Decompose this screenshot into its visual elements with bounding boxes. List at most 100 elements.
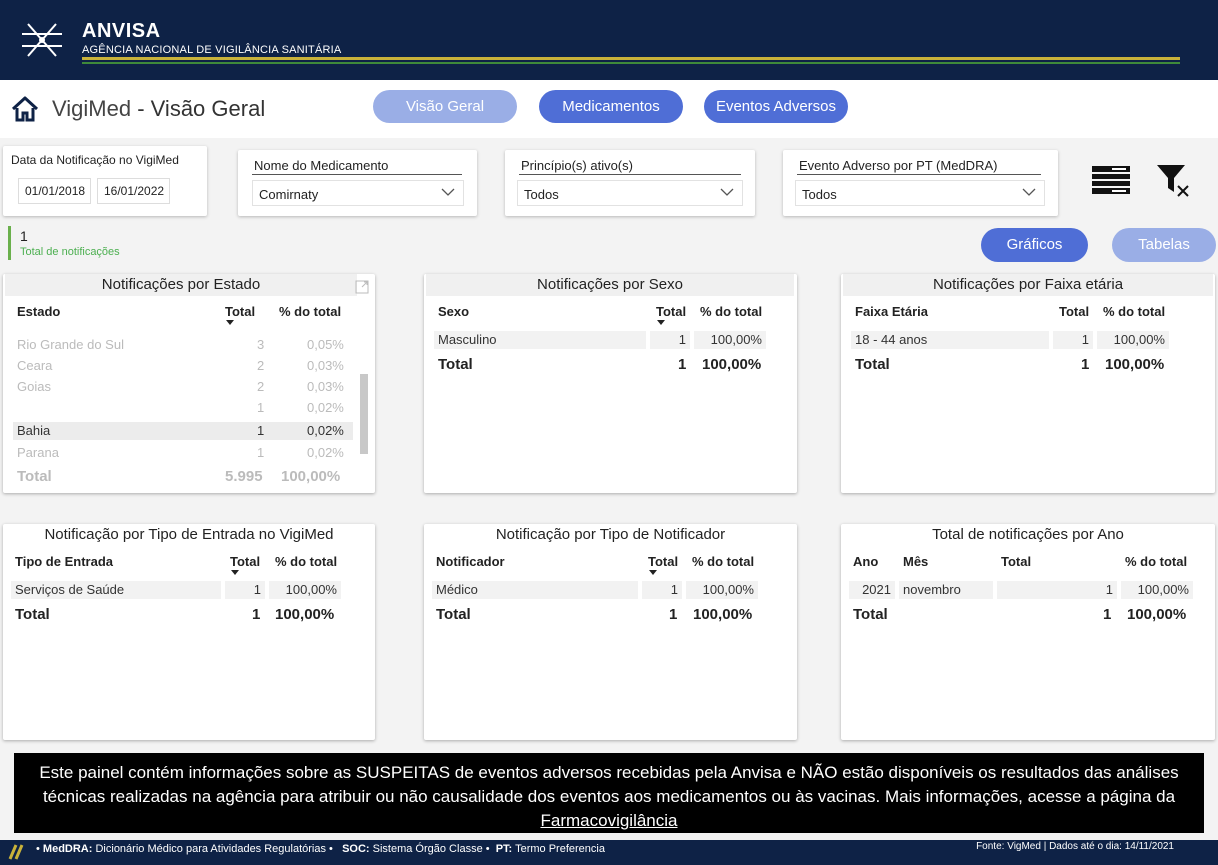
footer-legend: • MedDRA: Dicionário Médico para Ativida… (36, 843, 605, 855)
medicamento-dropdown-value: Comirnaty (259, 187, 319, 202)
total-value: 5.995 (225, 468, 263, 485)
meddra-key: MedDRA: (42, 843, 93, 855)
evento-dropdown[interactable]: Todos (795, 180, 1045, 206)
principio-filter-card: Princípio(s) ativo(s) Todos (505, 150, 755, 216)
home-icon[interactable] (10, 96, 40, 122)
col-header-faixa[interactable]: Faixa Etária (855, 304, 928, 319)
faixa-card-title: Notificações por Faixa etária (843, 274, 1213, 296)
cell-total: 2 (257, 358, 265, 373)
cell-total: 1 (650, 331, 690, 349)
header-gold-stripe (82, 57, 1180, 60)
pt-key: PT: (495, 843, 513, 855)
disclaimer-text: Este painel contém informações sobre as … (39, 763, 1179, 806)
col-header-pct[interactable]: % do total (1125, 554, 1187, 569)
col-header-sexo[interactable]: Sexo (438, 304, 469, 319)
cell-total: 1 (257, 423, 265, 438)
total-value: 1 (669, 606, 678, 623)
col-header-pct[interactable]: % do total (700, 304, 762, 319)
disclaimer-banner: Este painel contém informações sobre as … (14, 753, 1204, 833)
cell-sexo: Masculino (434, 331, 646, 349)
page-name: Visão Geral (150, 96, 266, 121)
medicamento-filter-underline (252, 174, 462, 175)
col-header-pct[interactable]: % do total (279, 304, 341, 319)
col-header-pct[interactable]: % do total (275, 554, 337, 569)
cell-pct: 100,00% (686, 581, 758, 599)
col-header-total[interactable]: Total (656, 304, 686, 319)
total-pct: 100,00% (275, 606, 335, 623)
pt-value: Termo Preferencia (515, 843, 605, 855)
cell-notificador: Médico (432, 581, 638, 599)
expand-icon[interactable] (355, 280, 369, 294)
soc-value: Sistema Órgão Classe (372, 843, 483, 855)
col-header-notificador[interactable]: Notificador (436, 554, 505, 569)
date-from-input[interactable]: 01/01/2018 (18, 178, 91, 204)
farmacovigilancia-link[interactable]: Farmacovigilância (541, 811, 678, 830)
cell-pct: 0,02% (307, 400, 344, 415)
kpi-accent-bar (8, 226, 11, 260)
evento-filter-label: Evento Adverso por PT (MedDRA) (799, 158, 998, 173)
cell-total: 1 (997, 581, 1117, 599)
page-title: VigiMed - Visão Geral (52, 96, 265, 122)
filter-panel-icon[interactable] (1092, 166, 1130, 196)
col-header-total[interactable]: Total (1001, 554, 1031, 569)
tabelas-button[interactable]: Tabelas (1112, 228, 1216, 262)
tipo-notificador-card: Notificação por Tipo de Notificador Noti… (424, 524, 797, 740)
title-separator: - (131, 96, 151, 121)
cell-pct: 100,00% (1097, 331, 1169, 349)
cell-tipo-entrada: Serviços de Saúde (11, 581, 221, 599)
faixa-etaria-card: Notificações por Faixa etária Faixa Etár… (841, 274, 1215, 493)
sort-desc-icon (649, 570, 657, 575)
clear-filters-icon[interactable] (1156, 164, 1196, 200)
cell-estado: Goias (17, 379, 51, 394)
table-row-selected[interactable] (13, 422, 353, 440)
col-header-pct[interactable]: % do total (1103, 304, 1165, 319)
brand-name: ANVISA (82, 20, 161, 42)
ano-card-title: Total de notificações por Ano (932, 526, 1124, 543)
notificacoes-por-ano-card: Total de notificações por Ano Ano Mês To… (841, 524, 1215, 740)
nav-eventos-adversos-button[interactable]: Eventos Adversos (704, 90, 848, 123)
cell-total: 1 (642, 581, 682, 599)
col-header-ano[interactable]: Ano (853, 554, 878, 569)
cell-pct: 100,00% (1121, 581, 1193, 599)
nav-visao-geral-button[interactable]: Visão Geral (373, 90, 517, 123)
evento-filter-card: Evento Adverso por PT (MedDRA) Todos (783, 150, 1058, 216)
chevron-down-icon (1022, 188, 1036, 196)
scrollbar[interactable] (360, 326, 368, 471)
date-filter-label: Data da Notificação no VigiMed (11, 153, 179, 167)
app-name: VigiMed (52, 96, 132, 121)
col-header-pct[interactable]: % do total (692, 554, 754, 569)
col-header-total[interactable]: Total (225, 304, 255, 319)
medicamento-filter-card: Nome do Medicamento Comirnaty (238, 150, 477, 216)
col-header-total[interactable]: Total (230, 554, 260, 569)
cell-pct: 0,05% (307, 337, 344, 352)
total-label: Total (853, 606, 888, 623)
cell-total: 1 (225, 581, 265, 599)
cell-estado: Ceara (17, 358, 53, 373)
col-header-estado[interactable]: Estado (17, 304, 60, 319)
total-pct: 100,00% (702, 356, 762, 373)
medicamento-dropdown[interactable]: Comirnaty (252, 180, 464, 206)
sexo-card: Notificações por Sexo Sexo Total % do to… (424, 274, 797, 493)
cell-total: 1 (257, 400, 265, 415)
col-header-total[interactable]: Total (648, 554, 678, 569)
estado-card: Notificações por Estado Estado Total % d… (3, 274, 375, 493)
total-pct: 100,00% (1127, 606, 1187, 623)
sort-desc-icon (226, 320, 234, 325)
date-to-input[interactable]: 16/01/2022 (97, 178, 170, 204)
principio-dropdown[interactable]: Todos (517, 180, 743, 206)
total-pct: 100,00% (281, 468, 341, 485)
col-header-total[interactable]: Total (1059, 304, 1089, 319)
total-value: 1 (1103, 606, 1112, 623)
tipo-entrada-card: Notificação por Tipo de Entrada no VigiM… (3, 524, 375, 740)
total-label: Total (17, 468, 52, 485)
total-pct: 100,00% (693, 606, 753, 623)
graficos-button[interactable]: Gráficos (981, 228, 1088, 262)
col-header-mes[interactable]: Mês (903, 554, 928, 569)
cell-pct: 0,03% (307, 379, 344, 394)
cell-pct: 0,02% (307, 445, 344, 460)
nav-medicamentos-button[interactable]: Medicamentos (539, 90, 683, 123)
estado-card-title: Notificações por Estado (5, 274, 357, 296)
col-header-tipo-entrada[interactable]: Tipo de Entrada (15, 554, 113, 569)
scrollbar-thumb[interactable] (360, 374, 368, 454)
sort-desc-icon (231, 570, 239, 575)
